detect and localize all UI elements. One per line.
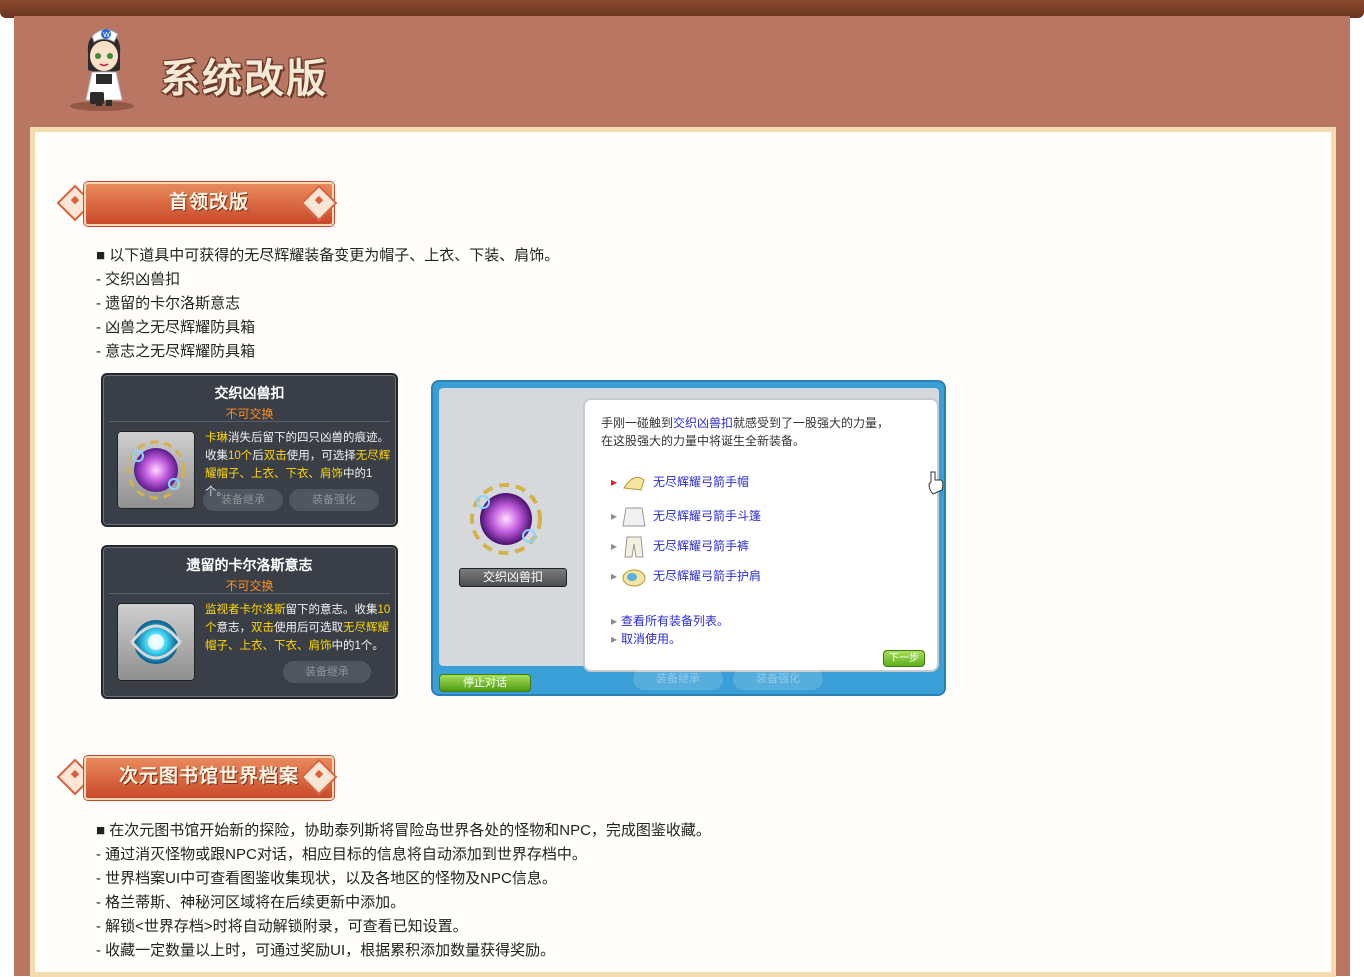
svg-text:W: W (103, 31, 110, 39)
intro-item-link: 交织凶兽扣 (673, 416, 734, 430)
will-orb-icon (130, 620, 182, 664)
npc-dialog: 交织凶兽扣 手刚一碰触到交织凶兽扣就感受到了一股强大的力量， 在这股强大的力量中… (431, 380, 946, 696)
option-shoulder[interactable]: ▸ 无尽辉耀弓箭手护肩 (611, 564, 761, 590)
desc-text: 意志， (216, 622, 252, 634)
npc-name-plate: 交织凶兽扣 (459, 568, 567, 587)
bullet-icon: ▸ (611, 632, 618, 646)
equip-inherit-button[interactable]: 装备继承 (633, 668, 723, 690)
tooltip-description: 监视者卡尔洛斯留下的意志。收集10个意志，双击使用后可选取无尽辉耀帽子、上衣、下… (205, 601, 391, 655)
bullet-icon: ▸ (611, 569, 618, 584)
tooltip-item-name: 交织凶兽扣 (214, 385, 285, 401)
dialog-inner: 交织凶兽扣 手刚一碰触到交织凶兽扣就感受到了一股强大的力量， 在这股强大的力量中… (439, 388, 939, 672)
view-all-link[interactable]: ▸ 查看所有装备列表。 (611, 612, 729, 629)
hand-cursor-icon (928, 471, 944, 495)
section2-text: ■ 在次元图书馆开始新的探险，协助泰列斯将冒险岛世界各处的怪物和NPC，完成图鉴… (96, 819, 711, 963)
cape-icon (622, 507, 646, 527)
equip-inherit-button[interactable]: 装备继承 (203, 489, 283, 511)
shoulder-icon (622, 569, 646, 587)
text-line: - 凶兽之无尽辉耀防具箱 (96, 319, 256, 336)
option-cape[interactable]: ▸ 无尽辉耀弓箭手斗篷 (611, 504, 761, 530)
divider (109, 593, 390, 594)
buckle-orb-icon (470, 483, 542, 555)
equip-enhance-button[interactable]: 装备强化 (733, 668, 823, 690)
desc-text: 留下的意志。收集 (285, 604, 378, 616)
text-line: - 通过消灭怪物或跟NPC对话，相应目标的信息将自动添加到世界存档中。 (96, 846, 587, 863)
stop-dialog-button[interactable]: 停止对话 (439, 674, 531, 692)
text-line: - 解锁<世界存档>时将自动解锁附录，可查看已知设置。 (96, 918, 468, 935)
text-line: ■ 以下道具中可获得的无尽辉耀装备变更为帽子、上衣、下装、肩饰。 (96, 247, 560, 264)
buckle-orb-icon (126, 440, 186, 500)
section-banner-library: 次元图书馆世界档案 (54, 752, 338, 800)
desc-text: 中的1个。 (331, 640, 384, 652)
pants-icon (624, 536, 644, 558)
tooltip-item-name: 遗留的卡尔洛斯意志 (186, 557, 313, 573)
option-label: 无尽辉耀弓箭手裤 (653, 539, 750, 554)
desc-text: 后 (252, 450, 264, 462)
desc-text: 使用后可选取 (274, 622, 343, 634)
section1-text: ■ 以下道具中可获得的无尽辉耀装备变更为帽子、上衣、下装、肩饰。 - 交织凶兽扣… (96, 244, 559, 364)
item-tooltip-will: 遗留的卡尔洛斯意志 不可交换 监视者卡尔洛斯留下的意志。收集10个意志，双击使用… (101, 545, 398, 699)
highlight-text: 监视者卡尔洛斯 (205, 604, 286, 616)
bullet-icon: ▸ (611, 614, 618, 628)
divider (109, 421, 390, 422)
dialog-intro: 手刚一碰触到交织凶兽扣就感受到了一股强大的力量， 在这股强大的力量中将诞生全新装… (601, 414, 889, 450)
page-title: 系统改版 (160, 55, 328, 102)
text-line: - 交织凶兽扣 (96, 271, 181, 288)
item-tooltip-buckle: 交织凶兽扣 不可交换 卡琳消失后留下的四只凶兽的痕迹。收集10个后双击使用，可选… (101, 373, 398, 527)
option-label: 无尽辉耀弓箭手护肩 (653, 569, 762, 584)
text-line: - 收藏一定数量以上时，可通过奖励UI，根据累积添加数量获得奖励。 (96, 942, 556, 959)
highlight-text: 双击 (263, 450, 287, 462)
tooltip-tradable: 不可交换 (225, 579, 274, 593)
option-label: 无尽辉耀弓箭手帽 (653, 475, 750, 490)
equip-enhance-button[interactable]: 装备强化 (289, 489, 379, 511)
text-line: - 遗留的卡尔洛斯意志 (96, 295, 241, 312)
bullet-icon: ▸ (611, 509, 618, 524)
banner-label: 次元图书馆世界档案 (118, 765, 299, 787)
intro-text: 就感受到了一股强大的力量， (733, 416, 890, 430)
text-line: - 意志之无尽辉耀防具箱 (96, 343, 256, 360)
highlight-text: 双击 (251, 622, 274, 634)
intro-text: 在这股强大的力量中将诞生全新装备。 (601, 434, 806, 448)
cancel-link[interactable]: ▸ 取消使用。 (611, 630, 681, 647)
option-pants[interactable]: ▸ 无尽辉耀弓箭手裤 (611, 534, 749, 560)
intro-text: 手刚一碰触到 (601, 416, 674, 430)
section-banner-boss: 首领改版 (54, 178, 338, 226)
banner-label: 首领改版 (168, 191, 249, 213)
tooltip-tradable: 不可交换 (225, 407, 274, 421)
next-button[interactable]: 下一步 (883, 650, 925, 667)
bullet-icon: ▸ (611, 539, 618, 554)
equip-inherit-button[interactable]: 装备继承 (283, 661, 371, 683)
option-label: 无尽辉耀弓箭手斗篷 (653, 509, 762, 524)
option-hat[interactable]: ▸ 无尽辉耀弓箭手帽 (611, 470, 749, 496)
item-icon-box (117, 603, 195, 681)
dialog-panel: 手刚一碰触到交织凶兽扣就感受到了一股强大的力量， 在这股强大的力量中将诞生全新装… (583, 398, 939, 672)
desc-text: 使用，可选择 (286, 450, 356, 462)
text-line: - 世界档案UI中可查看图鉴收集现状，以及各地区的怪物及NPC信息。 (96, 870, 557, 887)
highlight-text: 卡琳 (205, 432, 228, 444)
highlight-text: 10个 (228, 450, 253, 462)
selected-arrow-icon: ▸ (611, 475, 618, 490)
item-icon-box (117, 431, 195, 509)
text-line: - 格兰蒂斯、神秘河区域将在后续更新中添加。 (96, 894, 406, 911)
mascot-icon: W (70, 29, 134, 111)
option-label: 取消使用。 (621, 632, 682, 646)
hat-icon (623, 476, 645, 491)
text-line: ■ 在次元图书馆开始新的探险，协助泰列斯将冒险岛世界各处的怪物和NPC，完成图鉴… (96, 822, 711, 839)
option-label: 查看所有装备列表。 (621, 614, 730, 628)
